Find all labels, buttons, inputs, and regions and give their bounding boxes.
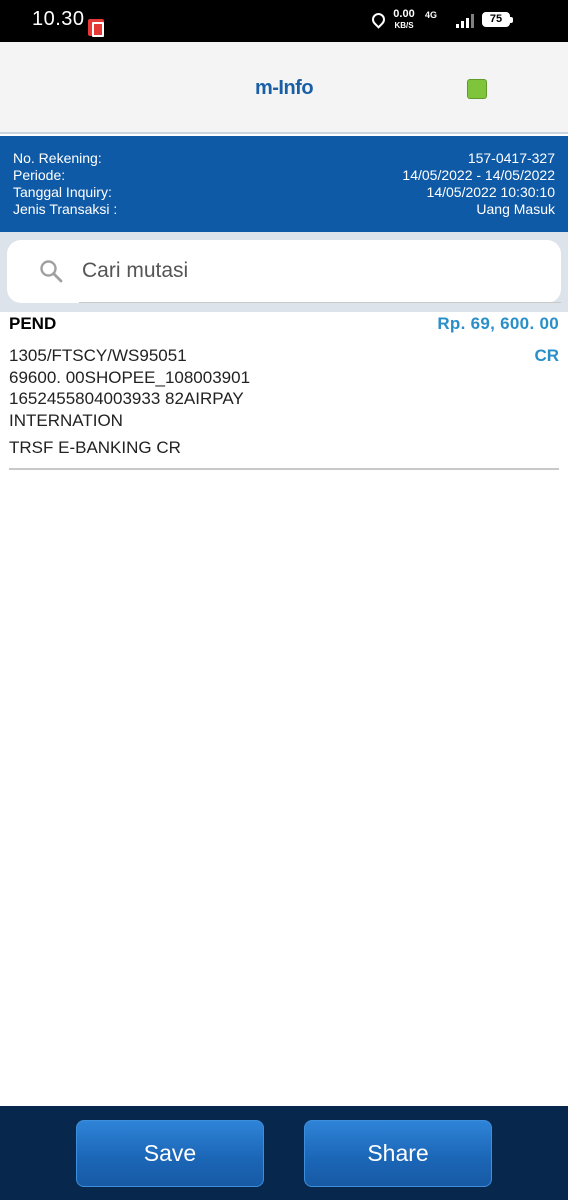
battery-icon: 75 bbox=[482, 12, 513, 27]
location-icon bbox=[369, 10, 388, 29]
info-label: Tanggal Inquiry: bbox=[13, 184, 112, 200]
search-icon bbox=[40, 260, 63, 283]
transaction-amount: Rp. 69, 600. 00 bbox=[437, 314, 559, 333]
info-row-account: No. Rekening: 157-0417-327 bbox=[13, 150, 555, 168]
status-time: 10.30 bbox=[32, 8, 85, 30]
info-label: Jenis Transaksi : bbox=[13, 201, 118, 217]
info-row-inquiry-date: Tanggal Inquiry: 14/05/2022 10:30:10 bbox=[13, 184, 555, 202]
save-button[interactable]: Save bbox=[76, 1120, 264, 1187]
share-button[interactable]: Share bbox=[304, 1120, 492, 1187]
transaction-status: PEND bbox=[9, 314, 57, 333]
bottom-action-bar: Save Share bbox=[0, 1106, 568, 1200]
info-value: Uang Masuk bbox=[476, 201, 555, 217]
app-header: m-Info bbox=[0, 42, 568, 134]
connection-status-indicator bbox=[467, 79, 487, 99]
network-speed: 0.00 KB/S bbox=[391, 9, 417, 31]
info-value: 157-0417-327 bbox=[467, 150, 555, 166]
info-value: 14/05/2022 10:30:10 bbox=[426, 184, 555, 200]
transaction-item[interactable]: PEND Rp. 69, 600. 00 CR 1305/FTSCY/WS950… bbox=[9, 312, 559, 470]
network-speed-value: 0.00 bbox=[393, 8, 415, 20]
network-type-label: 4G bbox=[425, 10, 438, 20]
search-box[interactable] bbox=[7, 240, 561, 303]
transaction-category: TRSF E-BANKING CR bbox=[9, 438, 181, 457]
info-label: No. Rekening: bbox=[13, 150, 102, 166]
description-line: 1305/FTSCY/WS95051 bbox=[9, 346, 187, 365]
signal-icon bbox=[456, 14, 476, 28]
notification-icon bbox=[88, 19, 104, 37]
search-section bbox=[0, 232, 568, 312]
info-row-transaction-type: Jenis Transaksi : Uang Masuk bbox=[13, 201, 555, 219]
status-bar: 10.30 0.00 KB/S 4G 75 bbox=[0, 0, 568, 42]
search-underline bbox=[79, 302, 561, 303]
transaction-type: CR bbox=[534, 346, 559, 365]
network-speed-unit: KB/S bbox=[394, 21, 414, 30]
info-label: Periode: bbox=[13, 167, 66, 183]
description-line: 69600. 00SHOPEE_108003901 bbox=[9, 367, 251, 387]
search-input[interactable] bbox=[82, 254, 537, 288]
description-line: INTERNATION bbox=[9, 410, 123, 430]
transaction-description: 1305/FTSCY/WS95051 69600. 00SHOPEE_10800… bbox=[9, 345, 409, 431]
info-row-period: Periode: 14/05/2022 - 14/05/2022 bbox=[13, 167, 555, 185]
description-line: 1652455804003933 82AIRPAY bbox=[9, 389, 244, 408]
info-value: 14/05/2022 - 14/05/2022 bbox=[402, 167, 555, 183]
account-info-panel: No. Rekening: 157-0417-327 Periode: 14/0… bbox=[0, 136, 568, 232]
